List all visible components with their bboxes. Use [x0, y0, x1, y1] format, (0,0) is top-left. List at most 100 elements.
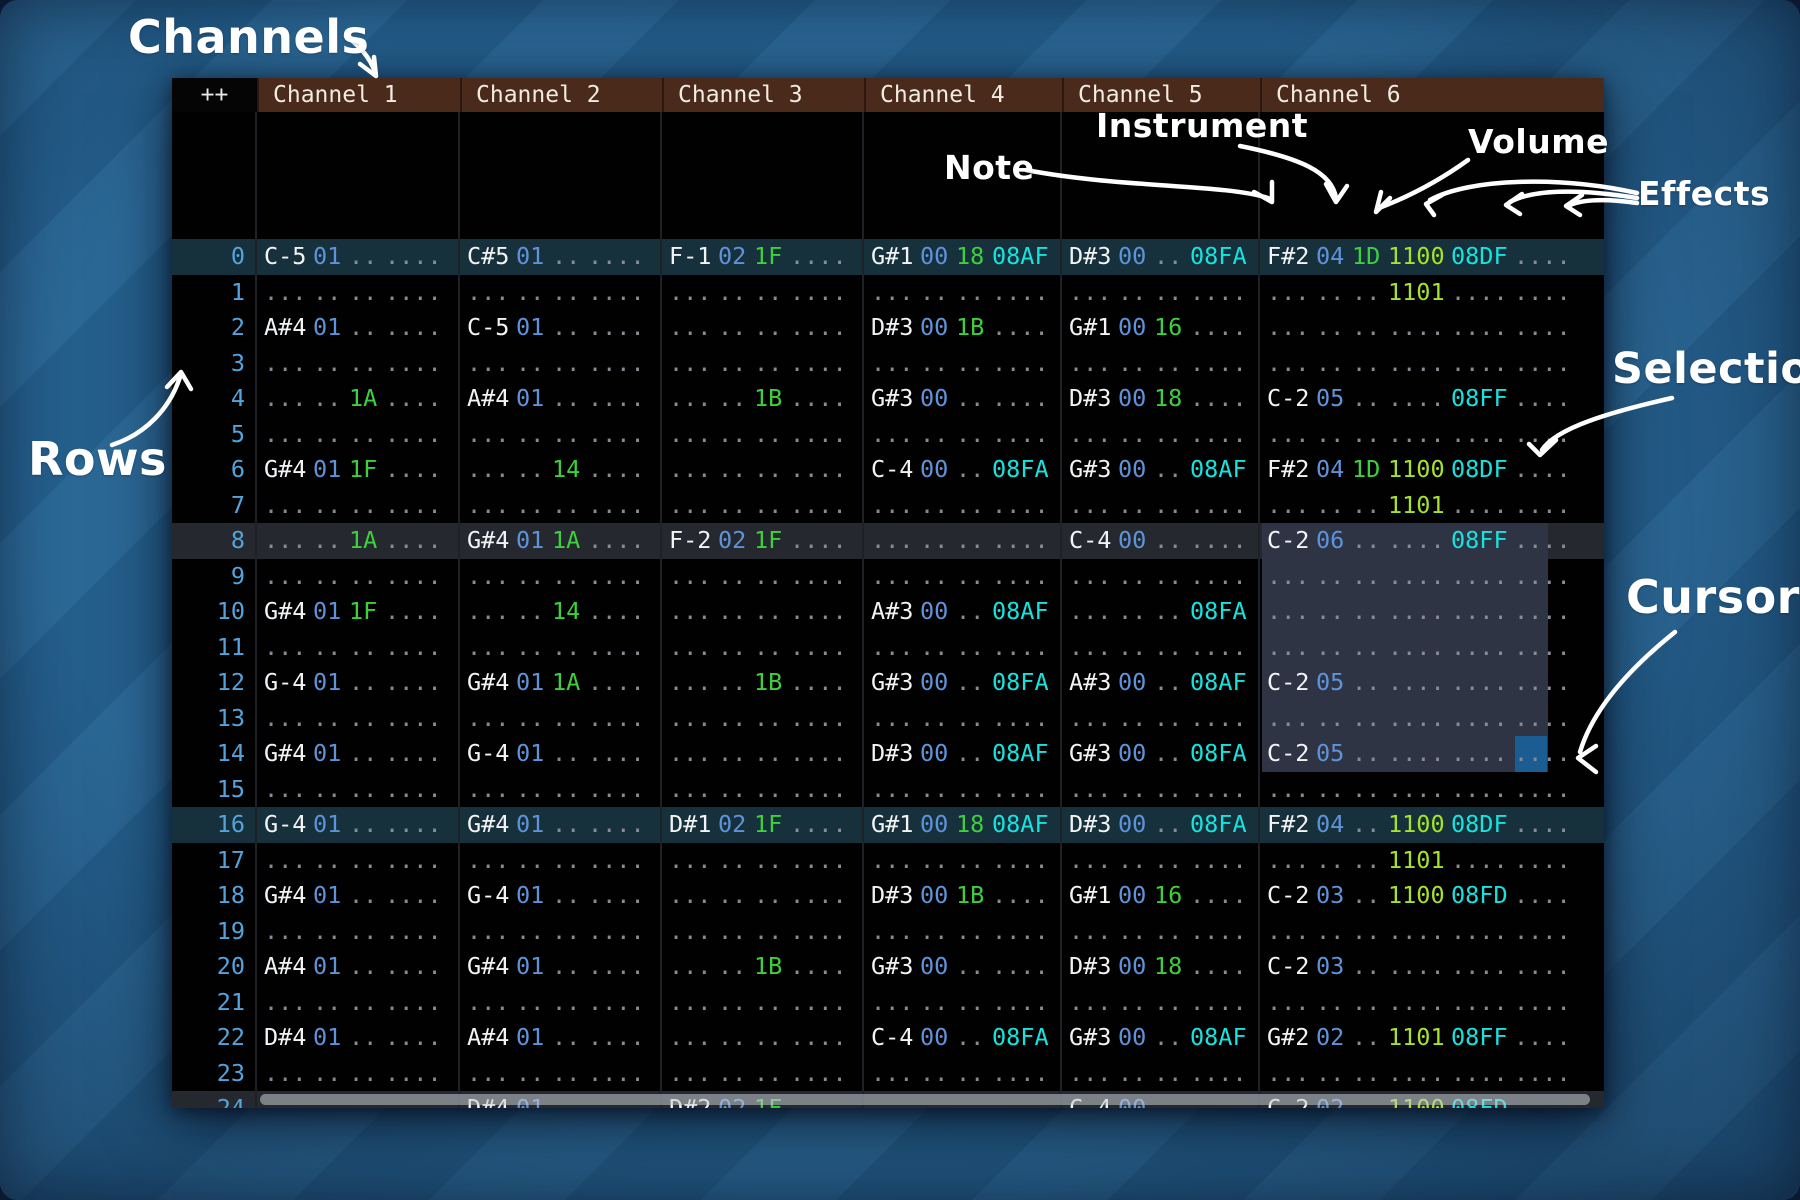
cell-ch6-row18[interactable]: C-203..110008FD.... [1260, 878, 1604, 914]
cell-ch2-row22[interactable]: A#401...... [460, 1020, 662, 1056]
cell-ch6-row17[interactable]: .......1101........ [1260, 843, 1604, 879]
cell-ch5-row2[interactable]: G#10016.... [1062, 310, 1260, 346]
cell-ch4-row19[interactable]: ........... [864, 914, 1062, 950]
cell-ch5-row21[interactable]: ........... [1062, 985, 1260, 1021]
cell-ch6-row11[interactable]: ................... [1260, 630, 1604, 666]
cell-ch3-row18[interactable]: ........... [662, 878, 864, 914]
cell-ch6-row1[interactable]: .......1101........ [1260, 275, 1604, 311]
cell-ch1-row17[interactable]: ........... [257, 843, 460, 879]
cell-ch4-row21[interactable]: ........... [864, 985, 1062, 1021]
cell-ch5-row8[interactable]: C-400...... [1062, 523, 1260, 559]
cell-ch1-row7[interactable]: ........... [257, 488, 460, 524]
cell-ch2-row10[interactable]: .....14.... [460, 594, 662, 630]
cell-ch5-row12[interactable]: A#300..08AF [1062, 665, 1260, 701]
row-number-6[interactable]: 6 [172, 452, 245, 488]
row-number-12[interactable]: 12 [172, 665, 245, 701]
cell-ch1-row11[interactable]: ........... [257, 630, 460, 666]
cell-ch4-row20[interactable]: G#300...... [864, 949, 1062, 985]
cell-ch6-row7[interactable]: .......1101........ [1260, 488, 1604, 524]
cell-ch3-row23[interactable]: ........... [662, 1056, 864, 1092]
cell-ch4-row22[interactable]: C-400..08FA [864, 1020, 1062, 1056]
row-number-7[interactable]: 7 [172, 488, 245, 524]
cell-ch2-row12[interactable]: G#4011A.... [460, 665, 662, 701]
cell-ch5-row9[interactable]: ........... [1062, 559, 1260, 595]
cell-ch1-row4[interactable]: .....1A.... [257, 381, 460, 417]
cell-ch3-row21[interactable]: ........... [662, 985, 864, 1021]
cell-ch3-row2[interactable]: ........... [662, 310, 864, 346]
cell-ch2-row5[interactable]: ........... [460, 417, 662, 453]
channel-header-4[interactable]: Channel 4 [864, 78, 1062, 112]
cell-ch4-row12[interactable]: G#300..08FA [864, 665, 1062, 701]
row-number-10[interactable]: 10 [172, 594, 245, 630]
cell-ch4-row15[interactable]: ........... [864, 772, 1062, 808]
cell-ch6-row22[interactable]: G#202..110108FF.... [1260, 1020, 1604, 1056]
cell-ch6-row19[interactable]: ................... [1260, 914, 1604, 950]
cell-ch4-row16[interactable]: G#1001808AF [864, 807, 1062, 843]
row-number-8[interactable]: 8 [172, 523, 245, 559]
cell-ch2-row18[interactable]: G-401...... [460, 878, 662, 914]
cell-ch3-row19[interactable]: ........... [662, 914, 864, 950]
cell-ch4-row4[interactable]: G#300...... [864, 381, 1062, 417]
cell-ch2-row20[interactable]: G#401...... [460, 949, 662, 985]
cell-ch6-row3[interactable]: ................... [1260, 346, 1604, 382]
cell-ch5-row0[interactable]: D#300..08FA [1062, 239, 1260, 275]
cell-ch3-row0[interactable]: F-1021F.... [662, 239, 864, 275]
cell-ch1-row18[interactable]: G#401...... [257, 878, 460, 914]
cell-ch5-row4[interactable]: D#30018.... [1062, 381, 1260, 417]
cell-ch1-row5[interactable]: ........... [257, 417, 460, 453]
cell-ch1-row8[interactable]: .....1A.... [257, 523, 460, 559]
cell-ch6-row16[interactable]: F#204..110008DF.... [1260, 807, 1604, 843]
row-number-14[interactable]: 14 [172, 736, 245, 772]
cell-ch3-row3[interactable]: ........... [662, 346, 864, 382]
cell-ch6-row21[interactable]: ................... [1260, 985, 1604, 1021]
cell-ch1-row9[interactable]: ........... [257, 559, 460, 595]
cell-ch3-row14[interactable]: ........... [662, 736, 864, 772]
cell-ch6-row0[interactable]: F#2041D110008DF.... [1260, 239, 1604, 275]
cell-ch3-row20[interactable]: .....1B.... [662, 949, 864, 985]
cell-ch2-row11[interactable]: ........... [460, 630, 662, 666]
cell-ch6-row23[interactable]: ................... [1260, 1056, 1604, 1092]
row-number-2[interactable]: 2 [172, 310, 245, 346]
row-number-0[interactable]: 0 [172, 239, 245, 275]
cell-ch2-row8[interactable]: G#4011A.... [460, 523, 662, 559]
row-number-13[interactable]: 13 [172, 701, 245, 737]
row-number-21[interactable]: 21 [172, 985, 245, 1021]
row-number-15[interactable]: 15 [172, 772, 245, 808]
cell-ch2-row0[interactable]: C#501...... [460, 239, 662, 275]
row-number-11[interactable]: 11 [172, 630, 245, 666]
cell-ch4-row9[interactable]: ........... [864, 559, 1062, 595]
cell-ch4-row23[interactable]: ........... [864, 1056, 1062, 1092]
row-number-17[interactable]: 17 [172, 843, 245, 879]
cell-ch1-row10[interactable]: G#4011F.... [257, 594, 460, 630]
cell-ch5-row7[interactable]: ........... [1062, 488, 1260, 524]
cell-ch5-row23[interactable]: ........... [1062, 1056, 1260, 1092]
cell-ch4-row13[interactable]: ........... [864, 701, 1062, 737]
cell-ch4-row8[interactable]: ........... [864, 523, 1062, 559]
cell-ch5-row10[interactable]: .......08FA [1062, 594, 1260, 630]
cell-ch3-row4[interactable]: .....1B.... [662, 381, 864, 417]
cell-ch2-row23[interactable]: ........... [460, 1056, 662, 1092]
cell-ch1-row22[interactable]: D#401...... [257, 1020, 460, 1056]
cell-ch4-row0[interactable]: G#1001808AF [864, 239, 1062, 275]
cell-ch3-row10[interactable]: ........... [662, 594, 864, 630]
cell-ch6-row14[interactable]: C-205.............. [1260, 736, 1604, 772]
cell-ch2-row19[interactable]: ........... [460, 914, 662, 950]
cell-ch4-row11[interactable]: ........... [864, 630, 1062, 666]
cell-ch3-row22[interactable]: ........... [662, 1020, 864, 1056]
cell-ch4-row6[interactable]: C-400..08FA [864, 452, 1062, 488]
cell-ch4-row1[interactable]: ........... [864, 275, 1062, 311]
cell-ch4-row7[interactable]: ........... [864, 488, 1062, 524]
row-number-5[interactable]: 5 [172, 417, 245, 453]
cell-ch5-row20[interactable]: D#30018.... [1062, 949, 1260, 985]
cell-ch2-row4[interactable]: A#401...... [460, 381, 662, 417]
cell-ch3-row5[interactable]: ........... [662, 417, 864, 453]
cell-ch2-row9[interactable]: ........... [460, 559, 662, 595]
cell-ch4-row5[interactable]: ........... [864, 417, 1062, 453]
channel-header-3[interactable]: Channel 3 [662, 78, 864, 112]
cell-ch1-row15[interactable]: ........... [257, 772, 460, 808]
cell-ch2-row15[interactable]: ........... [460, 772, 662, 808]
cell-ch6-row8[interactable]: C-206......08FF.... [1260, 523, 1604, 559]
cell-ch3-row16[interactable]: D#1021F.... [662, 807, 864, 843]
cell-ch1-row1[interactable]: ........... [257, 275, 460, 311]
cell-ch6-row20[interactable]: C-203.............. [1260, 949, 1604, 985]
